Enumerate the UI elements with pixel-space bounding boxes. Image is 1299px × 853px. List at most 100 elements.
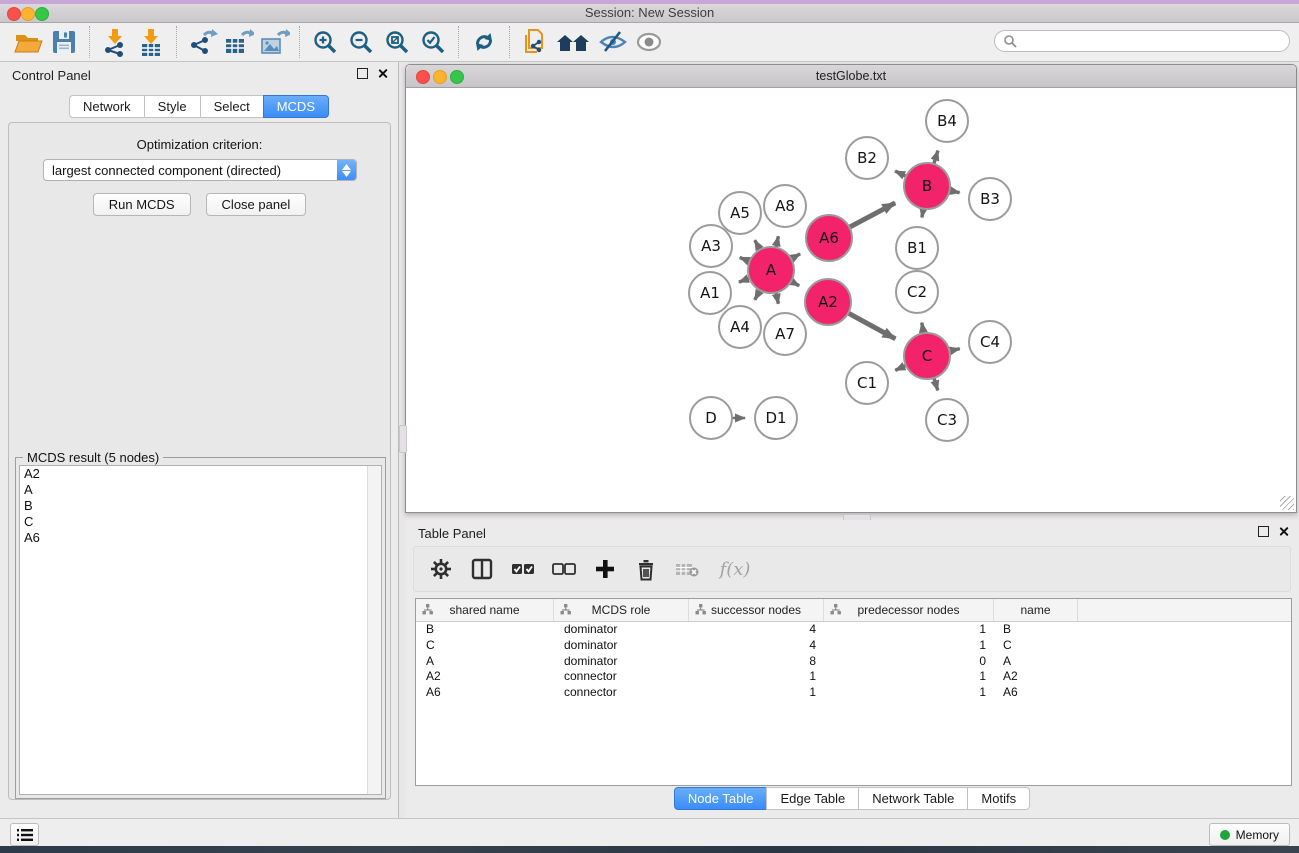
network-home-icon[interactable] [553,25,595,59]
graph-node-label: A4 [730,318,750,336]
table-row[interactable]: Cdominator41C [416,638,1291,654]
graph-node-label: D [705,409,717,427]
mcds-result-item[interactable]: A [20,482,381,498]
app-titlebar: Session: New Session [0,4,1299,23]
column-header-shared-name[interactable]: shared name [416,599,554,621]
mcds-result-list[interactable]: A2ABCA6 [19,465,382,795]
table-tab-network-table[interactable]: Network Table [858,787,968,810]
mcds-result-group: MCDS result (5 nodes) A2ABCA6 [15,457,386,799]
function-builder-icon[interactable]: f(x) [715,556,755,582]
control-tab-network[interactable]: Network [69,95,145,118]
close-traffic-light[interactable] [7,7,21,21]
minimize-traffic-light[interactable] [21,7,35,21]
graph-node-label: B4 [937,112,957,130]
graph-node-label: A5 [730,204,750,222]
desktop-wallpaper-strip [0,846,1299,853]
control-panel: Control Panel NetworkStyleSelectMCDS Opt… [0,62,399,818]
column-visibility-icon[interactable] [469,556,495,582]
graph-node-label: B [922,177,932,195]
control-tab-style[interactable]: Style [144,95,201,118]
search-input[interactable] [1017,33,1289,49]
table-body: Bdominator41BCdominator41CAdominator80AA… [416,622,1291,701]
add-column-icon[interactable] [592,556,618,582]
select-all-icon[interactable] [510,556,536,582]
window-resize-grip[interactable] [1280,496,1294,510]
table-tabs: Node TableEdge TableNetwork TableMotifs [405,787,1299,810]
float-panel-icon[interactable] [1258,526,1269,537]
control-tab-select[interactable]: Select [200,95,264,118]
main-toolbar [0,23,1299,62]
mcds-result-item[interactable]: A2 [20,466,381,482]
graph-edge-A2-C[interactable] [846,312,895,339]
toolbar-separator [176,26,177,58]
control-panel-title: Control Panel [12,68,91,83]
eye-slash-icon[interactable] [595,25,631,59]
table-tab-motifs[interactable]: Motifs [967,787,1030,810]
search-field[interactable] [994,30,1290,52]
table-tab-node-table[interactable]: Node Table [674,787,768,810]
close-traffic-light[interactable] [416,70,430,84]
graph-node-label: C [922,347,932,365]
graph-node-label: B3 [980,190,1000,208]
import-table-icon[interactable] [133,25,169,59]
toolbar-separator [89,26,90,58]
import-network-icon[interactable] [97,25,133,59]
save-session-icon[interactable] [46,25,82,59]
mcds-tab-content: Optimization criterion: largest connecte… [8,122,391,800]
float-panel-icon[interactable] [357,68,368,79]
duplicate-network-icon[interactable] [517,25,553,59]
refresh-icon[interactable] [466,25,502,59]
mcds-result-item[interactable]: B [20,498,381,514]
table-settings-icon[interactable] [428,556,454,582]
export-image-icon[interactable] [256,25,292,59]
table-row[interactable]: Bdominator41B [416,622,1291,638]
export-table-icon[interactable] [220,25,256,59]
graph-node-label: B2 [857,149,877,167]
export-network-icon[interactable] [184,25,220,59]
deselect-all-icon[interactable] [551,556,577,582]
table-cell: C [994,638,1078,654]
vertical-split-grip[interactable] [399,425,407,453]
delete-column-icon[interactable] [633,556,659,582]
minimize-traffic-light[interactable] [433,70,447,84]
table-cell: A2 [994,669,1078,685]
status-bar: Memory [0,818,1299,846]
column-header-name[interactable]: name [994,599,1078,621]
memory-label: Memory [1236,828,1279,842]
task-history-button[interactable] [10,823,39,846]
table-row[interactable]: A2connector11A2 [416,669,1291,685]
zoom-fit-icon[interactable] [379,25,415,59]
criterion-dropdown[interactable]: largest connected component (directed) [43,159,357,181]
app-title: Session: New Session [0,4,1299,22]
close-panel-icon[interactable] [1278,526,1289,537]
zoom-selected-icon[interactable] [415,25,451,59]
network-window-titlebar[interactable]: testGlobe.txt [406,65,1296,88]
mcds-result-item[interactable]: C [20,514,381,530]
network-canvas[interactable]: B4B2BB3B1C2A5A8A6A3AA1A2A4A7C4CC1C3DD1 [406,88,1296,512]
graph-node-label: A7 [775,325,795,343]
zoom-traffic-light[interactable] [450,70,464,84]
zoom-traffic-light[interactable] [35,7,49,21]
column-header-successor-nodes[interactable]: successor nodes [689,599,824,621]
eye-icon[interactable] [631,25,667,59]
delete-table-icon[interactable] [674,556,700,582]
table-tab-edge-table[interactable]: Edge Table [766,787,859,810]
memory-button[interactable]: Memory [1209,823,1290,846]
column-header-predecessor-nodes[interactable]: predecessor nodes [824,599,994,621]
close-panel-icon[interactable] [377,68,388,79]
run-mcds-button[interactable]: Run MCDS [93,193,191,216]
graph-edge-A6-B[interactable] [848,203,896,228]
table-row[interactable]: Adominator80A [416,654,1291,670]
open-session-icon[interactable] [10,25,46,59]
mcds-result-item[interactable]: A6 [20,530,381,546]
scrollbar-track[interactable] [367,466,381,794]
zoom-out-icon[interactable] [343,25,379,59]
zoom-in-icon[interactable] [307,25,343,59]
table-cell: B [416,622,554,638]
table-cell: A [994,654,1078,670]
application-window: Session: New Session [0,0,1299,853]
table-row[interactable]: A6connector11A6 [416,685,1291,701]
close-panel-button[interactable]: Close panel [206,193,307,216]
column-header-mcds-role[interactable]: MCDS role [554,599,689,621]
control-tab-mcds[interactable]: MCDS [263,95,329,118]
